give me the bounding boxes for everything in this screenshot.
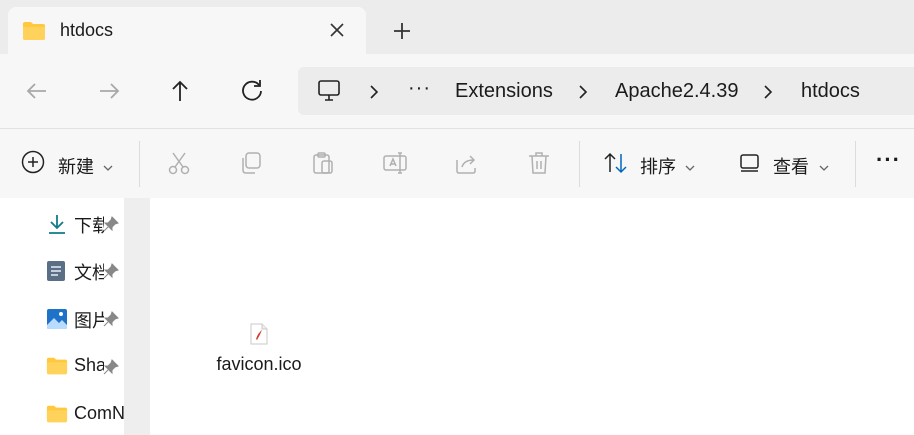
crumb-htdocs[interactable]: htdocs xyxy=(801,80,860,103)
tab-title: htdocs xyxy=(60,20,114,40)
ico-file-icon xyxy=(202,323,316,350)
sidebar-item-documents[interactable]: 文档 xyxy=(0,250,124,290)
file-item-favicon[interactable]: favicon.ico xyxy=(202,323,316,375)
copy-icon[interactable] xyxy=(238,150,264,181)
rename-icon[interactable] xyxy=(382,150,408,181)
sidebar-item-label: ComN xyxy=(74,403,124,423)
navigation-pane: 下载 文档 图片 Sha ComN xyxy=(0,198,124,435)
chevron-down-icon xyxy=(819,159,829,177)
overflow-crumb[interactable]: ··· xyxy=(408,77,431,100)
pictures-icon xyxy=(46,308,68,335)
tab-htdocs[interactable]: htdocs xyxy=(8,7,366,54)
more-options-icon[interactable]: ··· xyxy=(876,147,901,173)
view-icon xyxy=(739,153,761,178)
chevron-down-icon xyxy=(685,159,695,177)
arrow-left-icon[interactable] xyxy=(22,76,52,106)
crumb-extensions[interactable]: Extensions xyxy=(455,80,553,103)
folder-icon xyxy=(46,404,68,429)
arrow-up-icon[interactable] xyxy=(165,76,195,106)
plus-circle-icon xyxy=(21,150,45,179)
crumb-apache[interactable]: Apache2.4.39 xyxy=(615,80,738,103)
sidebar-scrollbar[interactable] xyxy=(124,198,150,435)
sidebar-item-pictures[interactable]: 图片 xyxy=(0,298,124,338)
paste-icon[interactable] xyxy=(310,150,336,181)
title-bar: htdocs xyxy=(0,0,914,54)
refresh-icon[interactable] xyxy=(237,76,267,106)
view-label: 查看 xyxy=(773,157,809,177)
address-bar[interactable]: ··· Extensions Apache2.4.39 htdocs xyxy=(298,67,914,115)
folder-icon xyxy=(46,356,68,381)
cut-icon[interactable] xyxy=(166,150,192,181)
plus-icon[interactable] xyxy=(390,19,414,43)
pin-icon[interactable] xyxy=(103,263,119,284)
chevron-right-icon[interactable] xyxy=(367,85,381,99)
pin-icon[interactable] xyxy=(103,216,119,237)
sidebar-item-downloads[interactable]: 下载 xyxy=(0,203,124,243)
sort-label: 排序 xyxy=(640,157,676,177)
chevron-down-icon xyxy=(103,159,113,177)
sidebar-item-label: 下载 xyxy=(74,216,104,236)
pin-icon[interactable] xyxy=(103,359,119,380)
divider xyxy=(139,141,140,187)
chevron-right-icon[interactable] xyxy=(576,85,590,99)
sidebar-item-label: 文档 xyxy=(74,263,104,283)
delete-icon[interactable] xyxy=(526,150,552,181)
new-label: 新建 xyxy=(58,157,94,177)
sort-icon xyxy=(603,150,629,181)
file-list: favicon.ico xyxy=(150,198,914,435)
arrow-right-icon[interactable] xyxy=(94,76,124,106)
sidebar-item-label: Share xyxy=(74,355,104,375)
folder-icon xyxy=(22,21,46,46)
command-bar: 新建 排序 查看 ··· xyxy=(0,128,914,199)
document-icon xyxy=(46,260,66,287)
download-icon xyxy=(46,213,68,240)
sidebar-item-share[interactable]: Share xyxy=(0,346,124,386)
sidebar-item-comn[interactable]: ComN xyxy=(0,394,124,434)
close-icon[interactable] xyxy=(326,19,348,41)
navigation-bar: ··· Extensions Apache2.4.39 htdocs xyxy=(0,54,914,128)
divider xyxy=(855,141,856,187)
file-name: favicon.ico xyxy=(216,354,302,374)
chevron-right-icon[interactable] xyxy=(761,85,775,99)
sidebar-item-label: 图片 xyxy=(74,311,104,331)
share-icon[interactable] xyxy=(454,150,480,181)
divider xyxy=(579,141,580,187)
pin-icon[interactable] xyxy=(103,311,119,332)
computer-icon[interactable] xyxy=(316,78,342,109)
